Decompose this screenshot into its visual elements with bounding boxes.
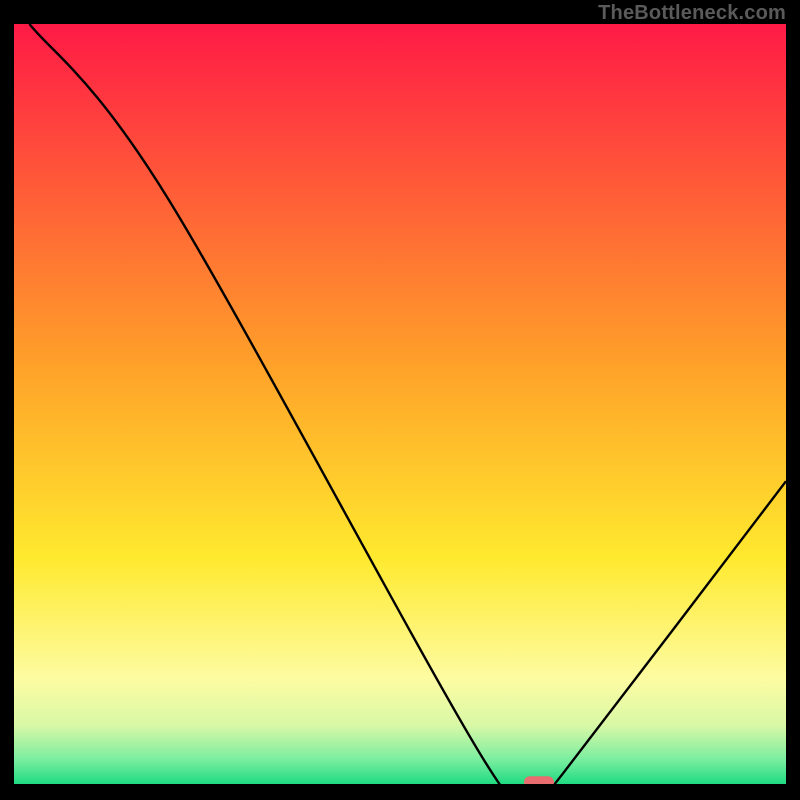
chart-frame: TheBottleneck.com [0,0,800,800]
watermark-text: TheBottleneck.com [598,2,786,25]
plot-background [14,24,786,786]
bottleneck-chart [14,24,786,786]
